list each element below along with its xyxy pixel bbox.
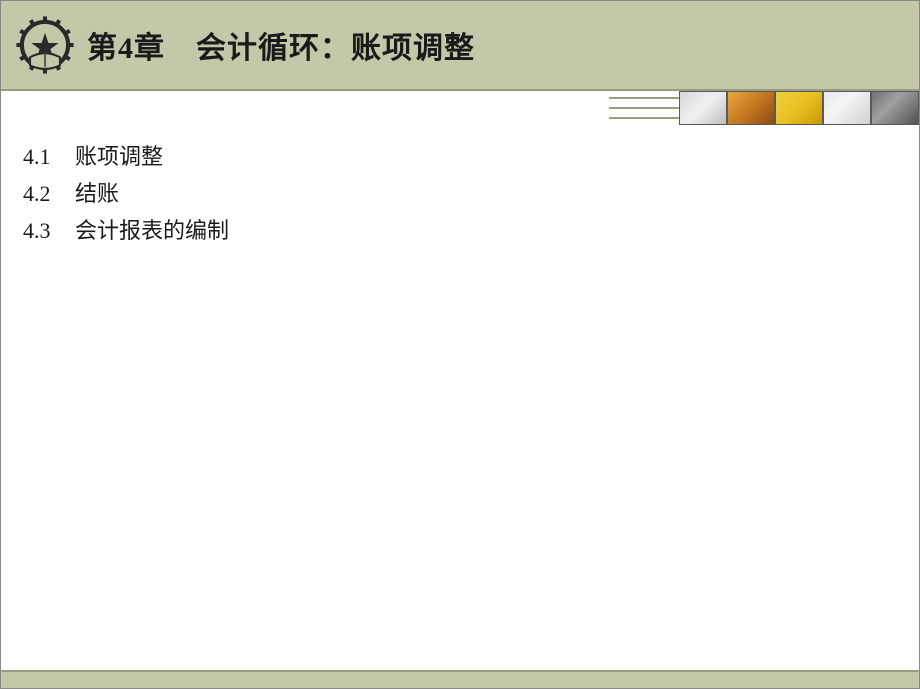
toc-item: 4.2 结账	[23, 176, 919, 211]
chapter-title: 第4章 会计循环：账项调整	[87, 23, 475, 67]
thumbnail-clock-icon	[775, 91, 823, 125]
slide-header: 第4章 会计循环：账项调整	[1, 1, 919, 91]
chapter-badge-icon	[11, 11, 79, 79]
thumbnail-strip	[679, 91, 919, 125]
toc-number: 4.3	[23, 213, 75, 248]
toc-label: 会计报表的编制	[75, 213, 229, 248]
toc-label: 结账	[75, 176, 119, 211]
slide-footer	[1, 670, 919, 688]
thumbnail-hands-icon	[727, 91, 775, 125]
toc-item: 4.1 账项调整	[23, 139, 919, 174]
thumbnail-fan-icon	[823, 91, 871, 125]
decorative-lines	[609, 93, 679, 123]
toc-number: 4.2	[23, 176, 75, 211]
thumbnail-pen-icon	[679, 91, 727, 125]
toc-label: 账项调整	[75, 139, 163, 174]
toc-item: 4.3 会计报表的编制	[23, 213, 919, 248]
thumbnail-people-icon	[871, 91, 919, 125]
toc-number: 4.1	[23, 139, 75, 174]
